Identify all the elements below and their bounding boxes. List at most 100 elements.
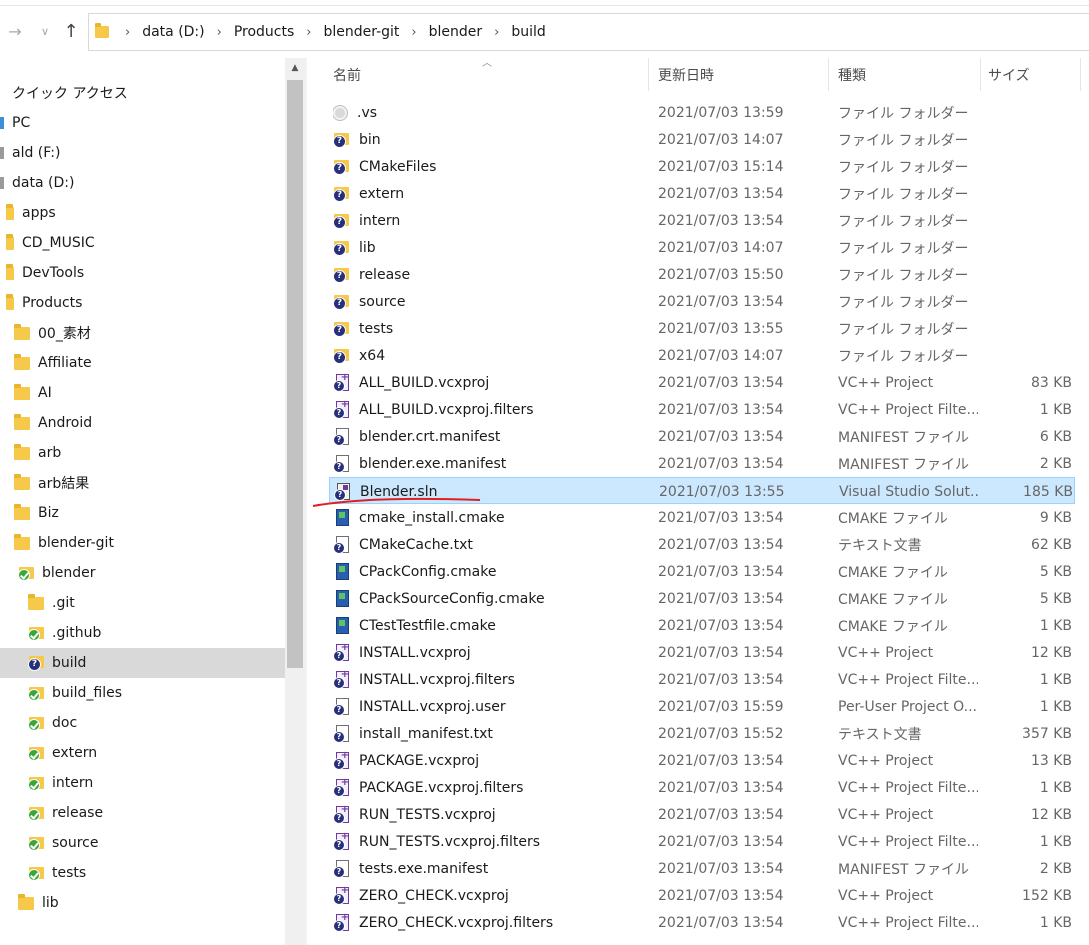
nav-item[interactable]: .git [0,588,285,618]
nav-item[interactable]: Products [0,288,285,318]
file-row[interactable]: ? INSTALL.vcxproj.filters 2021/07/03 13:54… [329,666,1075,693]
recent-locations-chevron-icon[interactable]: ∨ [34,20,56,42]
file-row[interactable]: ? INSTALL.vcxproj.user 2021/07/03 15:59 Per… [329,693,1075,720]
breadcrumb-item[interactable]: blender-git › [323,24,428,40]
file-row[interactable]: ? blender.crt.manifest 2021/07/03 13:54 MAN… [329,423,1075,450]
nav-item[interactable]: DevTools [0,258,285,288]
file-row[interactable]: ? bin 2021/07/03 14:07 ファイル フォルダー [329,126,1075,153]
file-row[interactable]: ? ALL_BUILD.vcxproj.filters 2021/07/03 13:… [329,396,1075,423]
title-strip [0,0,1089,6]
nav-item[interactable]: AI [0,378,285,408]
file-date: 2021/07/03 14:07 [658,239,784,256]
file-row[interactable]: .vs 2021/07/03 13:59 ファイル フォルダー [329,99,1075,126]
file-row[interactable]: ? CMakeCache.txt 2021/07/03 13:54 テキスト文書 62 … [329,531,1075,558]
nav-scrollbar-thumb[interactable] [287,80,303,668]
file-name: tests.exe.manifest [359,860,489,877]
column-divider[interactable] [828,58,829,91]
nav-item[interactable]: blender-git [0,528,285,558]
file-row[interactable]: CTestTestfile.cmake 2021/07/03 13:54 CMAKE… [329,612,1075,639]
file-date: 2021/07/03 13:54 [658,806,784,823]
file-row[interactable]: ? release 2021/07/03 15:50 ファイル フォルダー [329,261,1075,288]
nav-item[interactable]: intern [0,768,285,798]
column-divider[interactable] [648,58,649,91]
nav-item-label: build [52,655,87,671]
file-row[interactable]: ? ALL_BUILD.vcxproj 2021/07/03 13:54 VC++ P… [329,369,1075,396]
nav-item[interactable]: release [0,798,285,828]
file-type: VC++ Project Filte... [838,401,978,418]
file-name: PACKAGE.vcxproj [359,752,480,769]
nav-item[interactable]: arb結果 [0,468,285,498]
file-row[interactable]: CPackConfig.cmake 2021/07/03 13:54 CMAKE フ… [329,558,1075,585]
nav-item[interactable]: ? build [0,648,285,678]
folder-icon [14,353,30,370]
file-row[interactable]: ? source 2021/07/03 13:54 ファイル フォルダー [329,288,1075,315]
file-date: 2021/07/03 13:54 [658,752,784,769]
nav-item[interactable]: blender [0,558,285,588]
file-row[interactable]: cmake_install.cmake 2021/07/03 13:54 CMAKE… [329,504,1075,531]
file-date: 2021/07/03 15:52 [658,725,784,742]
scroll-up-arrow-icon[interactable]: ▲ [285,60,305,76]
file-date: 2021/07/03 13:54 [658,779,784,796]
nav-item[interactable]: Biz [0,498,285,528]
column-header-size[interactable]: サイズ [988,58,1078,91]
file-row[interactable]: ? INSTALL.vcxproj 2021/07/03 13:54 VC++ Pro… [329,639,1075,666]
file-type: CMAKE ファイル [838,564,948,581]
nav-item[interactable]: 00_素材 [0,318,285,348]
nav-item[interactable]: build_files [0,678,285,708]
address-bar[interactable]: › data (D:) › Products › blender-git › blen… [88,13,1089,51]
forward-arrow-icon[interactable]: → [4,20,26,42]
file-date: 2021/07/03 13:54 [658,293,784,310]
nav-item[interactable]: ald (F:) [0,138,285,168]
file-row[interactable]: ? blender.exe.manifest 2021/07/03 13:54 MAN… [329,450,1075,477]
nav-item[interactable]: Android [0,408,285,438]
file-row[interactable]: ? ZERO_CHECK.vcxproj.filters 2021/07/03 13… [329,909,1075,936]
file-name-cell: .vs [333,99,653,126]
file-row[interactable]: ? intern 2021/07/03 13:54 ファイル フォルダー [329,207,1075,234]
nav-scrollbar[interactable]: ▲ [285,58,305,945]
file-row[interactable]: ? PACKAGE.vcxproj.filters 2021/07/03 13:54… [329,774,1075,801]
breadcrumb-item[interactable]: data (D:) › [142,24,234,40]
git-folder-icon [28,805,44,821]
column-divider[interactable] [1080,58,1081,91]
nav-item[interactable]: source [0,828,285,858]
file-row[interactable]: ? RUN_TESTS.vcxproj.filters 2021/07/03 13:… [329,828,1075,855]
nav-item[interactable]: .github [0,618,285,648]
nav-item[interactable]: CD_MUSIC [0,228,285,258]
file-row[interactable]: CPackSourceConfig.cmake 2021/07/03 13:54 C… [329,585,1075,612]
nav-item[interactable]: クイック アクセス [0,78,285,108]
breadcrumb-label: build [511,24,546,40]
nav-item[interactable]: data (D:) [0,168,285,198]
file-row[interactable]: ? tests 2021/07/03 13:55 ファイル フォルダー [329,315,1075,342]
file-row[interactable]: ? RUN_TESTS.vcxproj 2021/07/03 13:54 VC++ P… [329,801,1075,828]
breadcrumb-item[interactable]: build [511,24,545,40]
file-size [979,207,1072,234]
breadcrumb-item[interactable]: Products › [234,24,324,40]
file-row[interactable]: ? CMakeFiles 2021/07/03 15:14 ファイル フォルダー [329,153,1075,180]
nav-item[interactable]: PC [0,108,285,138]
file-row[interactable]: ? extern 2021/07/03 13:54 ファイル フォルダー [329,180,1075,207]
nav-item[interactable]: tests [0,858,285,888]
file-row[interactable]: ? install_manifest.txt 2021/07/03 15:52 テキス… [329,720,1075,747]
file-row[interactable]: ? lib 2021/07/03 14:07 ファイル フォルダー [329,234,1075,261]
nav-item[interactable]: doc [0,708,285,738]
file-row[interactable]: ? x64 2021/07/03 14:07 ファイル フォルダー [329,342,1075,369]
file-row[interactable]: ? Blender.sln 2021/07/03 13:55 Visual Studi… [329,477,1075,504]
column-header-date[interactable]: 更新日時 [658,58,828,91]
nav-item[interactable]: lib [0,888,285,918]
breadcrumb-separator[interactable]: › [119,25,142,40]
column-divider[interactable] [980,58,981,91]
nav-item[interactable]: apps [0,198,285,228]
column-header-name[interactable]: 名前 [333,58,647,91]
breadcrumb-item[interactable]: blender › [429,24,512,40]
folder-icon [28,593,44,610]
file-row[interactable]: ? PACKAGE.vcxproj 2021/07/03 13:54 VC++ Pro… [329,747,1075,774]
nav-item[interactable]: arb [0,438,285,468]
column-header-type[interactable]: 種類 [838,58,978,91]
file-row[interactable]: ? ZERO_CHECK.vcxproj 2021/07/03 13:54 VC++ … [329,882,1075,909]
nav-item[interactable]: Affiliate [0,348,285,378]
question-folder-icon: ? [333,213,349,229]
nav-item[interactable]: extern [0,738,285,768]
file-row[interactable]: ? tests.exe.manifest 2021/07/03 13:54 MANIF… [329,855,1075,882]
up-arrow-icon[interactable]: ↑ [60,20,82,42]
nav-item-label: arb [38,445,62,461]
